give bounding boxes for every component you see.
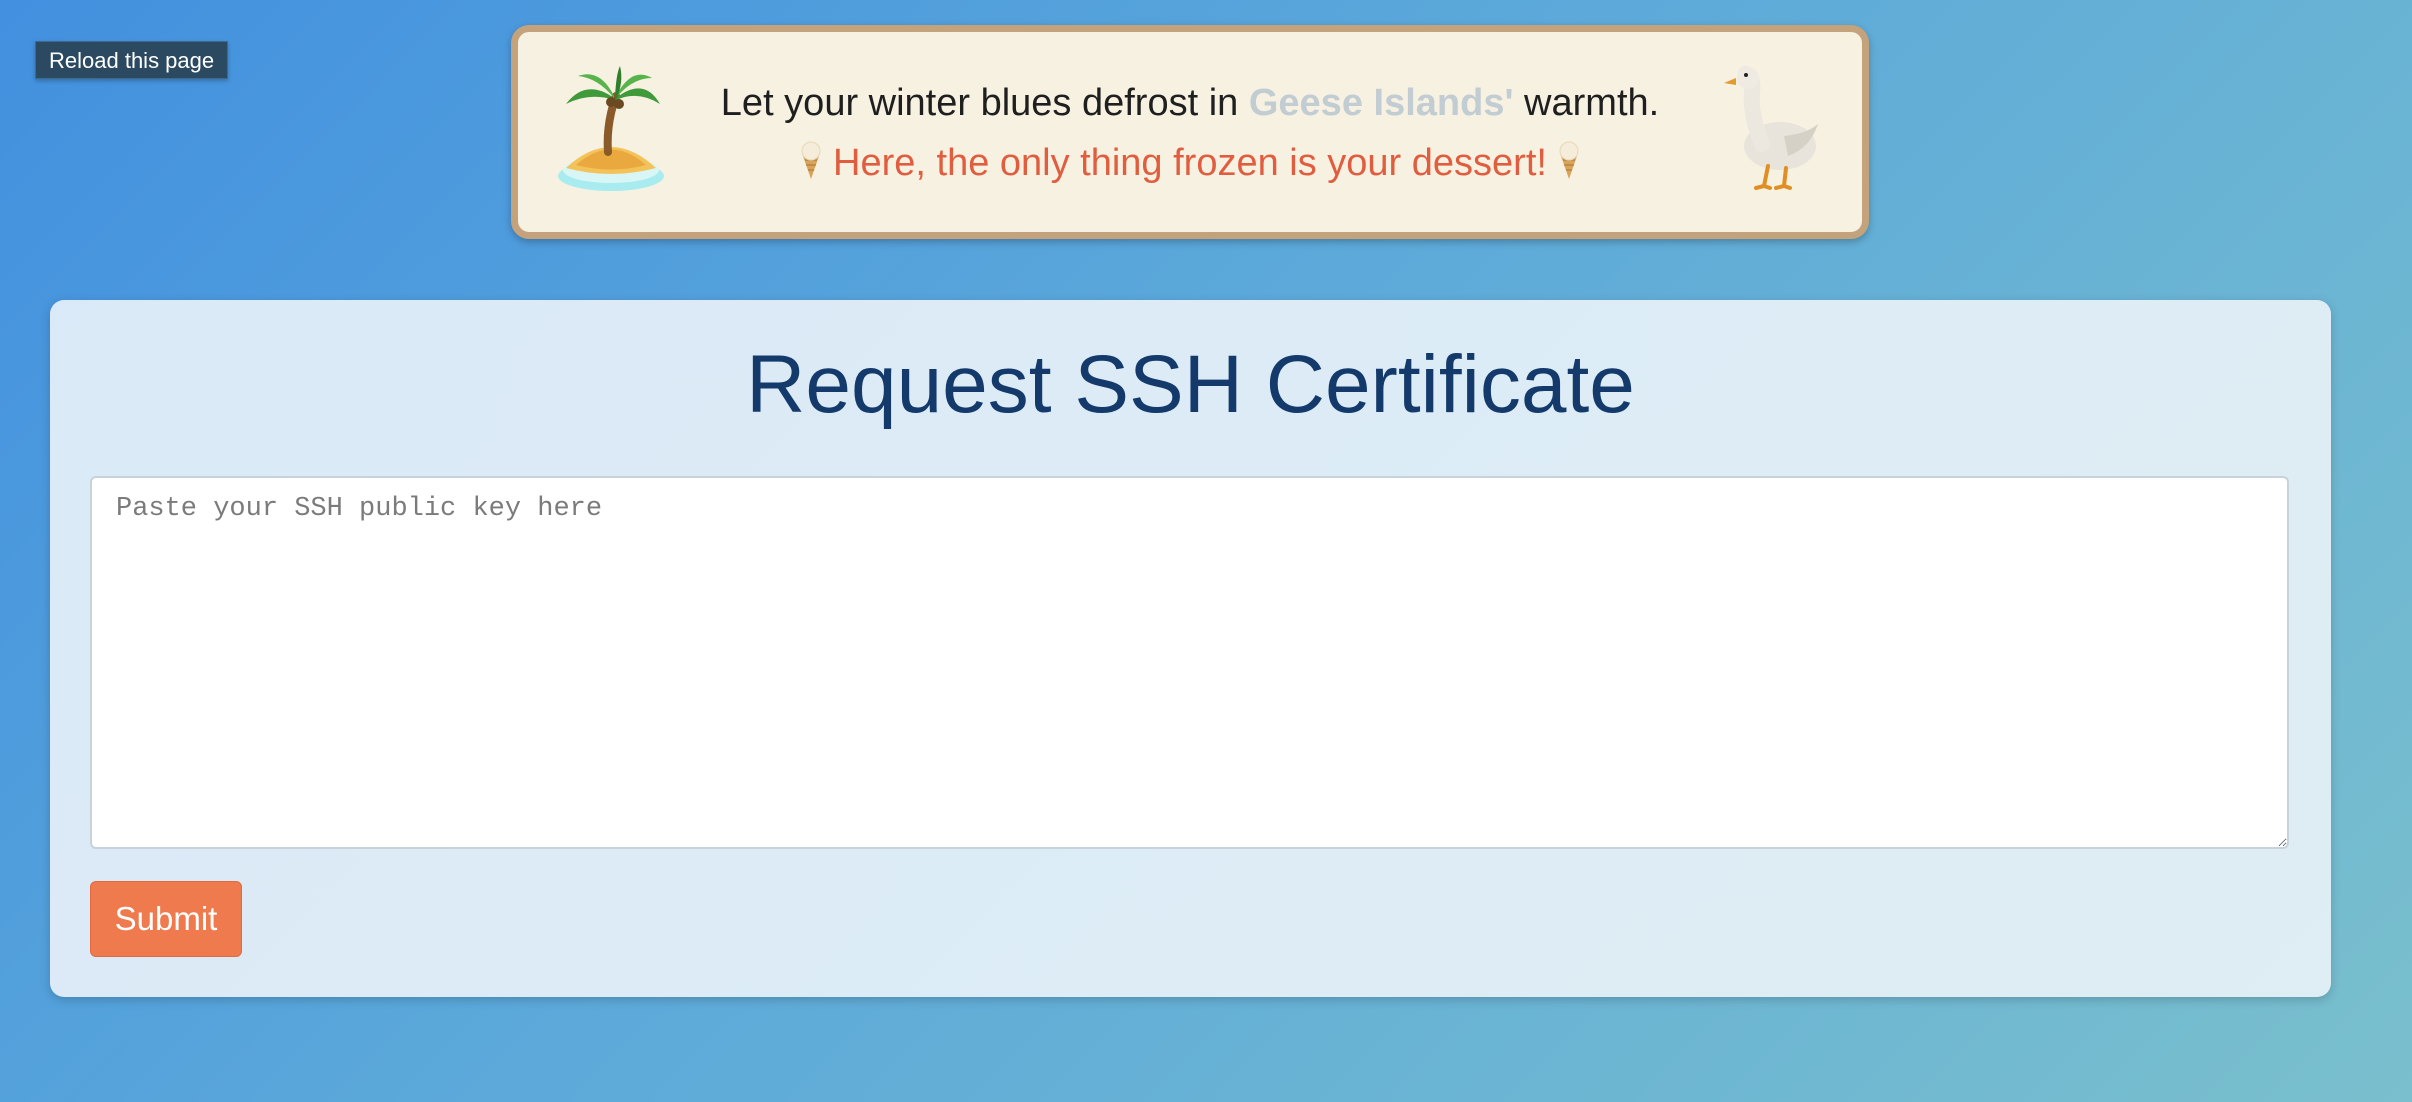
ssh-public-key-input[interactable] [90, 476, 2289, 849]
goose-icon [1722, 64, 1822, 199]
banner-tagline-text: Here, the only thing frozen is your dess… [833, 142, 1547, 185]
submit-button[interactable]: Submit [90, 881, 242, 957]
banner-tagline: Here, the only thing frozen is your dess… [688, 140, 1692, 190]
banner-headline: Let your winter blues defrost in Geese I… [688, 82, 1692, 125]
banner-headline-end: warmth. [1513, 82, 1660, 124]
ice-cream-cone-icon [1557, 140, 1581, 190]
announcement-banner: Let your winter blues defrost in Geese I… [511, 25, 1869, 239]
banner-headline-start: Let your winter blues defrost in [720, 82, 1249, 124]
ice-cream-cone-icon [799, 140, 823, 190]
banner-headline-highlight: Geese Islands' [1248, 82, 1514, 124]
desert-island-icon [556, 64, 666, 199]
reload-page-button[interactable]: Reload this page [35, 41, 229, 79]
page-title: Request SSH Certificate [746, 339, 1635, 430]
ssh-certificate-form: Request SSH Certificate Submit [50, 300, 2331, 997]
